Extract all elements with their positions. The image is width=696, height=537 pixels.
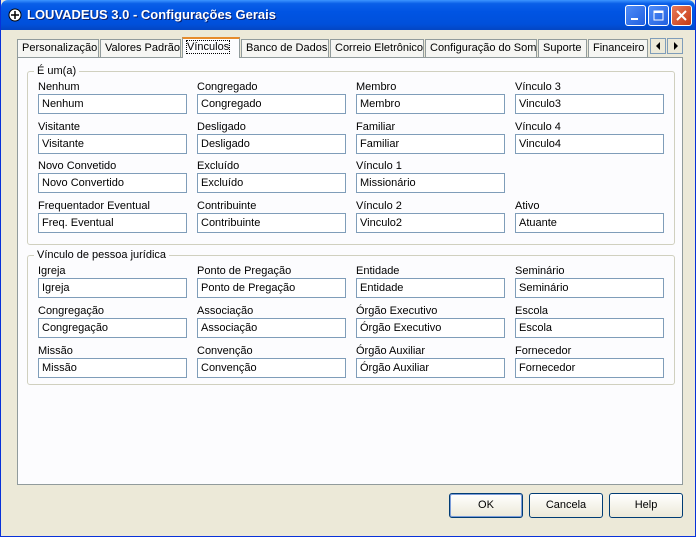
tab-correio-eletronico[interactable]: Correio Eletrônico — [330, 39, 424, 57]
field-label: Fornecedor — [515, 345, 572, 357]
help-button[interactable]: Help — [609, 493, 683, 518]
field-label: Nenhum — [38, 81, 80, 93]
field-label: Órgão Executivo — [356, 305, 438, 317]
field-label: Igreja — [38, 265, 66, 277]
text-input-nenhum[interactable]: Nenhum — [38, 94, 187, 114]
field-label: Vínculo 1 — [356, 160, 402, 172]
field-label: Visitante — [38, 121, 80, 133]
text-input-vinculo3[interactable]: Vinculo3 — [515, 94, 664, 114]
maximize-button[interactable] — [648, 5, 669, 26]
field-label: Escola — [515, 305, 549, 317]
text-input-orgao-executivo[interactable]: Órgão Executivo — [356, 318, 505, 338]
text-input-entidade[interactable]: Entidade — [356, 278, 505, 298]
field-label: Convenção — [197, 345, 253, 357]
tab-scroll-left-button[interactable] — [650, 38, 666, 54]
tab-scroll-right-button[interactable] — [667, 38, 683, 54]
field-label: Excluído — [197, 160, 240, 172]
settings-window: LOUVADEUS 3.0 - Configurações Gerais Per… — [0, 0, 696, 537]
tab-banco-de-dados[interactable]: Banco de Dados — [241, 39, 329, 57]
field-label: Vínculo 4 — [515, 121, 561, 133]
text-input-frequentador-eventual[interactable]: Freq. Eventual — [38, 213, 187, 233]
tab-personalizacao[interactable]: Personalização — [17, 39, 99, 57]
field-label: Vínculo 3 — [515, 81, 561, 93]
group-vinculo-pessoa-juridica-legend: Vínculo de pessoa jurídica — [34, 249, 170, 261]
tab-strip: Personalização Valores Padrão Vínculos B… — [17, 37, 648, 58]
text-input-escola[interactable]: Escola — [515, 318, 664, 338]
field-label: Contribuinte — [197, 200, 257, 212]
group-vinculo-pessoa-juridica: Vínculo de pessoa jurídica Igreja Igreja… — [27, 249, 675, 385]
field-label: Congregado — [197, 81, 258, 93]
field-label: Entidade — [356, 265, 400, 277]
app-icon — [7, 7, 23, 23]
field-label: Associação — [197, 305, 254, 317]
text-input-fornecedor[interactable]: Fornecedor — [515, 358, 664, 378]
tab-vinculos[interactable]: Vínculos — [182, 37, 240, 58]
text-input-convencao[interactable]: Convenção — [197, 358, 346, 378]
tab-valores-padrao[interactable]: Valores Padrão — [100, 39, 181, 57]
title-bar[interactable]: LOUVADEUS 3.0 - Configurações Gerais — [1, 0, 695, 30]
tab-suporte[interactable]: Suporte — [538, 39, 587, 57]
text-input-excluido[interactable]: Excluído — [197, 173, 346, 193]
text-input-seminario[interactable]: Seminário — [515, 278, 664, 298]
field-label: Vínculo 2 — [356, 200, 402, 212]
field-label: Membro — [356, 81, 397, 93]
text-input-vinculo1[interactable]: Missionário — [356, 173, 505, 193]
text-input-ponto-de-pregacao[interactable]: Ponto de Pregação — [197, 278, 346, 298]
text-input-desligado[interactable]: Desligado — [197, 134, 346, 154]
text-input-congregacao[interactable]: Congregação — [38, 318, 187, 338]
text-input-orgao-auxiliar[interactable]: Órgão Auxiliar — [356, 358, 505, 378]
tab-financeiro[interactable]: Financeiro — [588, 39, 648, 57]
cancel-button[interactable]: Cancela — [529, 493, 603, 518]
field-label: Familiar — [356, 121, 396, 133]
field-label: Missão — [38, 345, 73, 357]
text-input-vinculo2[interactable]: Vinculo2 — [356, 213, 505, 233]
ok-button[interactable]: OK — [449, 493, 523, 518]
group-e-um: É um(a) Nenhum Nenhum Congregado Congreg… — [27, 65, 675, 245]
tab-configuracao-do-som[interactable]: Configuração do Som — [425, 39, 537, 57]
field-label: Ativo — [515, 200, 540, 212]
group-e-um-legend: É um(a) — [34, 65, 80, 77]
tab-panel-vinculos: É um(a) Nenhum Nenhum Congregado Congreg… — [17, 57, 683, 485]
field-label: Novo Convetido — [38, 160, 117, 172]
text-input-familiar[interactable]: Familiar — [356, 134, 505, 154]
text-input-associacao[interactable]: Associação — [197, 318, 346, 338]
text-input-congregado[interactable]: Congregado — [197, 94, 346, 114]
field-label: Seminário — [515, 265, 565, 277]
text-input-novo-convertido[interactable]: Novo Convertido — [38, 173, 187, 193]
field-label: Ponto de Pregação — [197, 265, 292, 277]
text-input-membro[interactable]: Membro — [356, 94, 505, 114]
text-input-igreja[interactable]: Igreja — [38, 278, 187, 298]
text-input-visitante[interactable]: Visitante — [38, 134, 187, 154]
field-label: Congregação — [38, 305, 105, 317]
minimize-button[interactable] — [625, 5, 646, 26]
field-label: Desligado — [197, 121, 246, 133]
field-label: Órgão Auxiliar — [356, 345, 426, 357]
text-input-missao[interactable]: Missão — [38, 358, 187, 378]
field-label: Frequentador Eventual — [38, 200, 150, 212]
window-title: LOUVADEUS 3.0 - Configurações Gerais — [27, 7, 276, 22]
text-input-vinculo4[interactable]: Vinculo4 — [515, 134, 664, 154]
close-button[interactable] — [671, 5, 692, 26]
text-input-ativo[interactable]: Atuante — [515, 213, 664, 233]
text-input-contribuinte[interactable]: Contribuinte — [197, 213, 346, 233]
